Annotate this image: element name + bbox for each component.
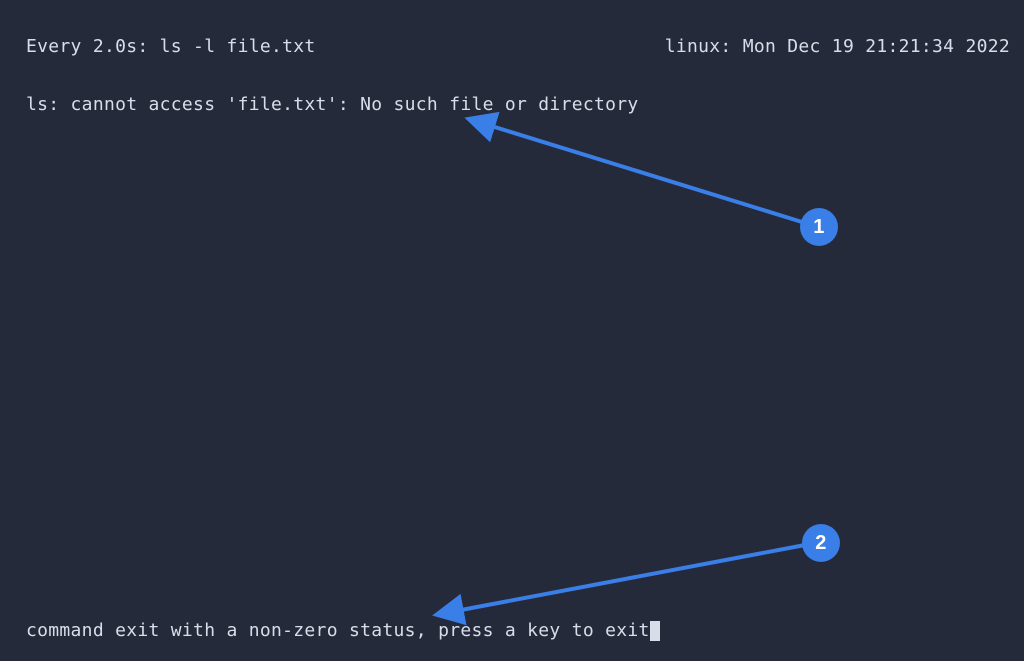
watch-host-time: linux: Mon Dec 19 21:21:34 2022 <box>665 36 1010 57</box>
command-output-error: ls: cannot access 'file.txt': No such fi… <box>26 94 639 115</box>
watch-interval-command: Every 2.0s: ls -l file.txt <box>26 36 316 57</box>
annotation-marker-2: 2 <box>802 524 840 562</box>
exit-status-message[interactable]: command exit with a non-zero status, pre… <box>26 620 660 641</box>
exit-status-text: command exit with a non-zero status, pre… <box>26 620 650 641</box>
annotation-marker-1: 1 <box>800 208 838 246</box>
annotation-number: 2 <box>815 532 826 555</box>
watch-header: Every 2.0s: ls -l file.txt linux: Mon De… <box>26 36 1010 57</box>
annotation-number: 1 <box>813 216 824 239</box>
cursor-block <box>650 621 660 641</box>
